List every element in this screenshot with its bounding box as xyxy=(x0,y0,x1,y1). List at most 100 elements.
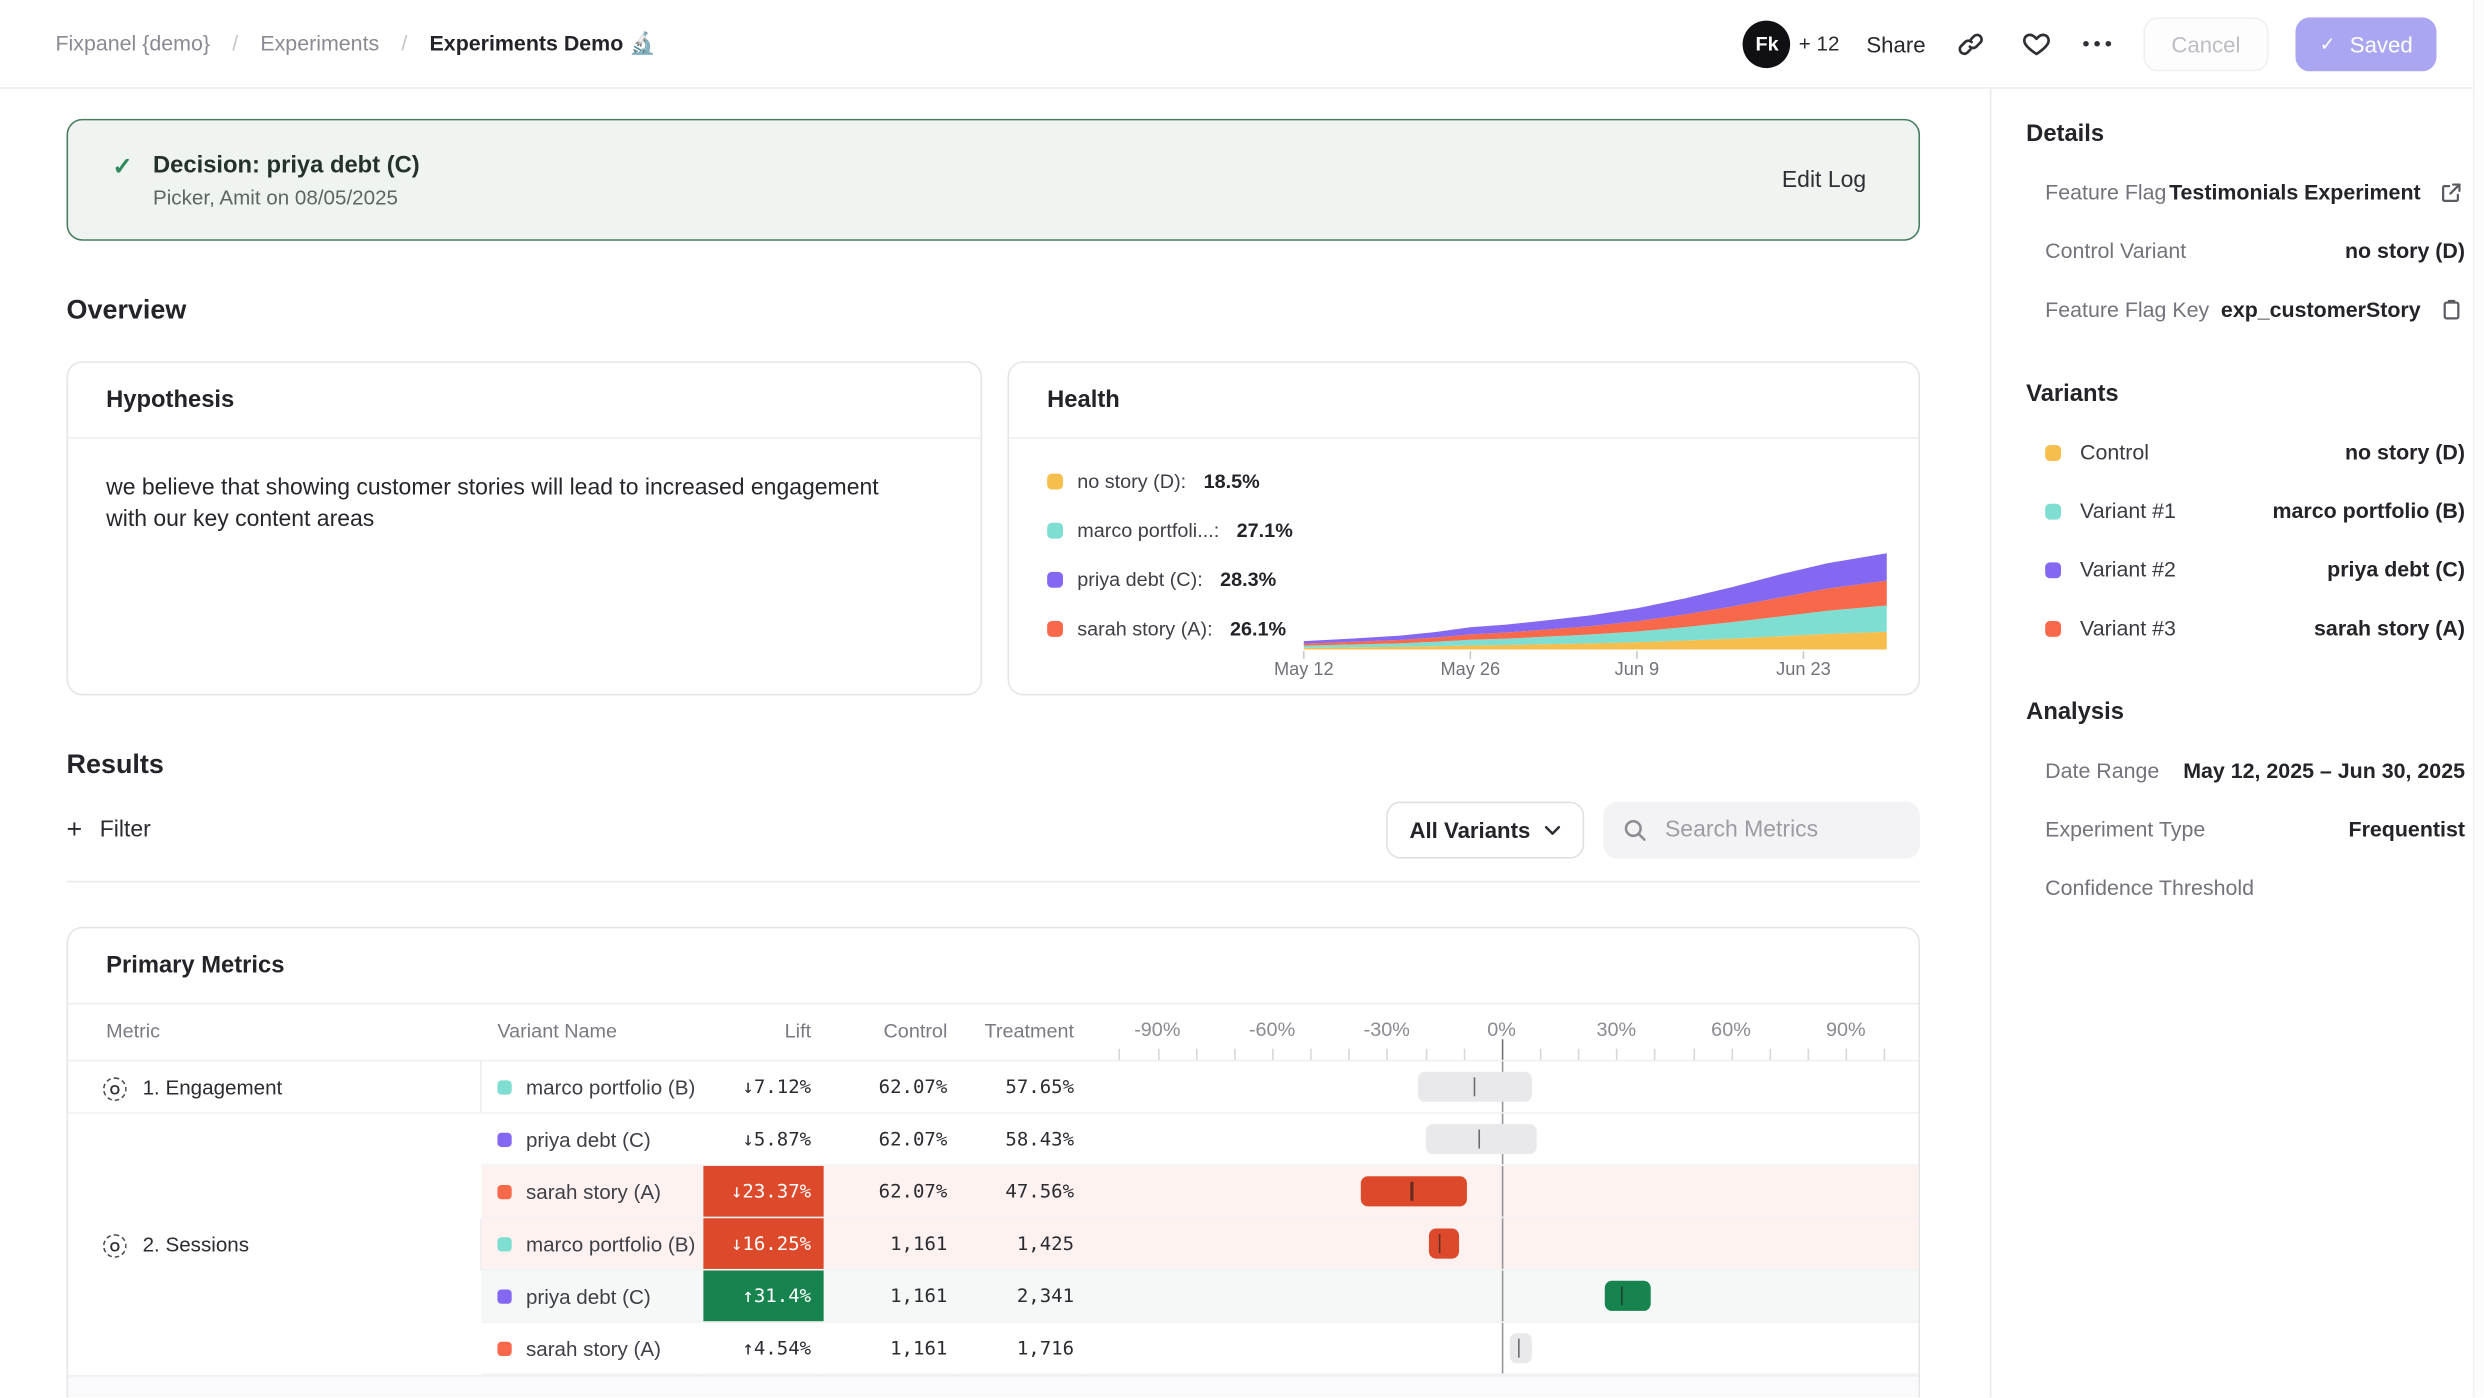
legend-label: priya debt (C): xyxy=(1077,569,1202,591)
metric-goal-icon: O xyxy=(103,1234,127,1258)
legend-value: 26.1% xyxy=(1230,618,1286,640)
axis-tick xyxy=(1884,1049,1886,1060)
more-options-icon[interactable]: ••• xyxy=(2082,32,2116,56)
hypothesis-card: Hypothesis we believe that showing custo… xyxy=(67,361,983,695)
breadcrumb-project[interactable]: Fixpanel {demo} xyxy=(55,32,210,56)
saved-button[interactable]: ✓ Saved xyxy=(2296,17,2437,71)
variant-cell: priya debt (C) xyxy=(482,1271,704,1323)
overview-cards: Hypothesis we believe that showing custo… xyxy=(67,361,1920,695)
legend-label: sarah story (A): xyxy=(1077,618,1212,640)
x-axis-label: Jun 23 xyxy=(1776,659,1831,679)
details-heading: Details xyxy=(2026,120,2465,147)
feature-flag-row: Feature Flag Testimonials Experiment xyxy=(2026,163,2465,222)
variant-name: marco portfolio (B) xyxy=(526,1232,695,1256)
main-content: ✓ Decision: priya debt (C) Picker, Amit … xyxy=(0,89,1990,1398)
axis-tick xyxy=(1578,1049,1580,1060)
control-value: 1,161 xyxy=(824,1323,954,1375)
clipboard-copy-icon[interactable] xyxy=(2436,295,2465,324)
axis-tick xyxy=(1310,1049,1312,1060)
lift-cell: ↓7.12% xyxy=(703,1061,823,1113)
experiment-type-value: Frequentist xyxy=(2349,817,2465,841)
results-heading: Results xyxy=(67,749,1920,781)
lift-axis-header: -90%-60%-30%0%30%60%90% xyxy=(1080,1004,1918,1061)
variant-value: sarah story (A) xyxy=(2314,616,2465,640)
external-link-icon[interactable] xyxy=(2436,178,2465,207)
zero-line xyxy=(1502,1166,1504,1217)
axis-tick xyxy=(1616,1049,1618,1060)
primary-metrics-card: Primary Metrics MetricVariant NameLiftCo… xyxy=(67,927,1920,1398)
legend-swatch xyxy=(1047,621,1063,637)
ci-midpoint xyxy=(1478,1130,1480,1149)
axis-tick xyxy=(1769,1049,1771,1060)
details-section: Details Feature Flag Testimonials Experi… xyxy=(2026,120,2465,339)
column-header-treatment: Treatment xyxy=(954,1004,1081,1061)
variant-slot: Variant #3 xyxy=(2080,616,2176,640)
x-axis-label: Jun 9 xyxy=(1615,659,1660,679)
ci-midpoint xyxy=(1518,1339,1520,1358)
lift-cell: ↑4.54% xyxy=(703,1323,823,1375)
x-axis-label: May 26 xyxy=(1440,659,1500,679)
variants-heading: Variants xyxy=(2026,380,2465,407)
ci-cell xyxy=(1080,1114,1918,1166)
metric-goal-icon: O xyxy=(103,1077,127,1101)
feature-flag-value[interactable]: Testimonials Experiment xyxy=(2169,181,2421,205)
variant-name: sarah story (A) xyxy=(526,1179,661,1203)
ci-bar xyxy=(1605,1281,1651,1311)
edit-log-button[interactable]: Edit Log xyxy=(1782,167,1866,192)
axis-label: -90% xyxy=(1134,1019,1180,1041)
variant-row: Variant #3 sarah story (A) xyxy=(2026,599,2465,658)
feature-flag-key-value: exp_customerStory xyxy=(2221,298,2421,322)
page-scrollbar[interactable] xyxy=(2473,0,2484,1397)
health-legend: no story (D): 18.5% marco portfoli...: 2… xyxy=(1009,439,1291,688)
legend-label: marco portfoli...: xyxy=(1077,520,1219,542)
variant-value: marco portfolio (B) xyxy=(2273,499,2465,523)
variant-filter-label: All Variants xyxy=(1409,817,1530,842)
variant-slot: Control xyxy=(2080,440,2149,464)
lift-cell: ↓5.87% xyxy=(703,1114,823,1166)
confidence-threshold-row: Confidence Threshold xyxy=(2026,859,2465,918)
variant-cell: sarah story (A) xyxy=(482,1323,704,1375)
topbar-actions: Fk + 12 Share ••• Cancel ✓ Saved xyxy=(1743,17,2436,71)
metric-cell: O2. Sessions xyxy=(68,1218,481,1270)
axis-label: -30% xyxy=(1364,1019,1410,1041)
breadcrumb-current: Experiments Demo 🔬 xyxy=(430,31,656,56)
copy-link-icon[interactable] xyxy=(1952,25,1990,63)
divider xyxy=(67,881,1920,883)
ci-bar xyxy=(1509,1333,1532,1363)
hypothesis-body: we believe that showing customer stories… xyxy=(68,439,955,570)
row-label: Control Variant xyxy=(2045,239,2186,263)
analysis-section: Analysis Date Range May 12, 2025 – Jun 3… xyxy=(2026,699,2465,918)
page-body: ✓ Decision: priya debt (C) Picker, Amit … xyxy=(0,89,2484,1398)
cancel-button[interactable]: Cancel xyxy=(2143,17,2269,71)
zero-line xyxy=(1502,1271,1504,1322)
axis-tick xyxy=(1846,1049,1848,1060)
variant-color-swatch xyxy=(2045,562,2061,578)
favorite-heart-icon[interactable] xyxy=(2017,25,2055,63)
variant-color-swatch xyxy=(497,1080,511,1094)
treatment-value: 58.43% xyxy=(954,1114,1081,1166)
row-label: Experiment Type xyxy=(2045,817,2205,841)
variant-filter-dropdown[interactable]: All Variants xyxy=(1386,802,1584,859)
treatment-value: 1,716 xyxy=(954,1323,1081,1375)
share-button[interactable]: Share xyxy=(1866,31,1925,56)
decision-check-icon: ✓ xyxy=(112,151,132,180)
breadcrumb-experiments[interactable]: Experiments xyxy=(260,32,379,56)
control-value: 1,161 xyxy=(824,1218,954,1270)
variant-name: priya debt (C) xyxy=(526,1284,651,1308)
decision-title: Decision: priya debt (C) xyxy=(153,151,420,178)
add-filter-button[interactable]: + Filter xyxy=(67,814,151,846)
ci-midpoint xyxy=(1411,1182,1413,1201)
results-controls: + Filter All Variants xyxy=(67,802,1920,859)
results-controls-right: All Variants xyxy=(1386,802,1920,859)
add-metric-button[interactable]: +Add xyxy=(68,1375,1918,1397)
legend-item: no story (D): 18.5% xyxy=(1047,471,1291,493)
zero-line xyxy=(1502,1323,1504,1374)
lift-cell: ↑31.4% xyxy=(703,1271,823,1323)
avatar[interactable]: Fk xyxy=(1743,20,1791,68)
column-header-control: Control xyxy=(824,1004,954,1061)
search-metrics-input[interactable] xyxy=(1662,816,1900,845)
lift-cell: ↓16.25% xyxy=(703,1218,823,1270)
collaborators[interactable]: Fk + 12 xyxy=(1743,20,1839,68)
zero-line xyxy=(1502,1218,1504,1269)
axis-tick xyxy=(1196,1049,1198,1060)
